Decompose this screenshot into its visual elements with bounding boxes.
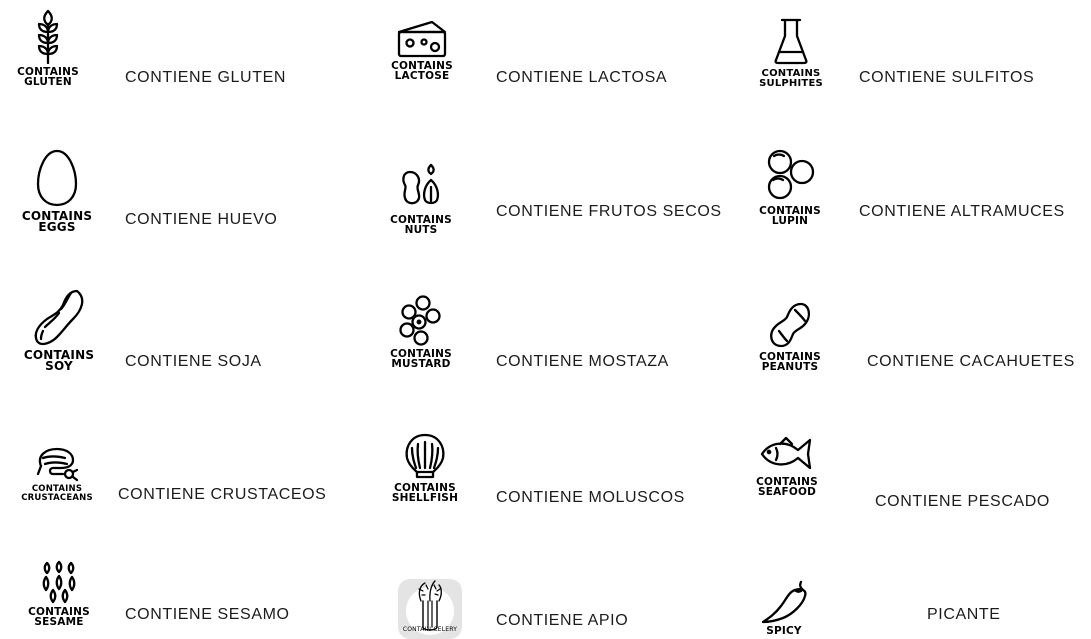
- allergen-label: CONTIENE ALTRAMUCES: [859, 203, 1065, 220]
- badge-text: CONTAIN CELERY: [402, 626, 458, 633]
- allergen-label: CONTIENE SESAMO: [125, 606, 290, 623]
- badge-text: SULPHITES: [759, 78, 823, 89]
- allergen-label: CONTIENE MOLUSCOS: [496, 489, 685, 506]
- allergen-label: PICANTE: [927, 606, 1001, 623]
- wheat-icon: CONTAINS GLUTEN: [8, 8, 88, 87]
- cheese-icon: CONTAINS LACTOSE: [380, 18, 464, 81]
- shell-icon: CONTAINS SHELLFISH: [380, 432, 470, 503]
- allergen-badge: CONTAINS SHELLFISH: [391, 483, 459, 504]
- allergen-badge: CONTAINS EGGS: [22, 210, 92, 234]
- badge-text: SHELLFISH: [391, 492, 459, 504]
- allergen-label: CONTIENE CRUSTACEOS: [118, 486, 327, 503]
- allergen-label: CONTIENE CACAHUETES: [867, 353, 1075, 370]
- allergen-badge: CONTAINS SOY: [24, 349, 94, 373]
- badge-text: EGGS: [38, 220, 76, 234]
- allergen-label: CONTIENE SOJA: [125, 353, 262, 370]
- allergen-label: CONTIENE HUEVO: [125, 211, 278, 228]
- badge-text: CRUSTACEANS: [21, 493, 93, 503]
- allergen-badge: CONTAINS MUSTARD: [390, 349, 452, 370]
- chili-icon: SPICY: [756, 578, 812, 636]
- fish-icon: CONTAINS SEAFOOD: [746, 434, 828, 497]
- nuts-icon: CONTAINS NUTS: [380, 162, 462, 235]
- allergen-label: CONTIENE FRUTOS SECOS: [496, 203, 722, 220]
- mustard-icon: CONTAINS MUSTARD: [380, 294, 462, 369]
- shrimp-icon: CONTAINS CRUSTACEANS: [10, 446, 104, 503]
- celery-icon: CONTAIN CELERY: [394, 577, 466, 639]
- badge-text: SEAFOOD: [757, 486, 816, 498]
- allergen-badge: CONTAINS GLUTEN: [17, 67, 79, 88]
- allergen-badge: CONTAINS SESAME: [28, 607, 90, 628]
- badge-text: LUPIN: [771, 215, 809, 227]
- badge-text: GLUTEN: [24, 76, 72, 88]
- allergen-badge: CONTAINS CRUSTACEANS: [21, 485, 93, 503]
- allergen-badge: CONTAIN CELERY: [403, 627, 457, 633]
- egg-icon: CONTAINS EGGS: [10, 148, 104, 233]
- lupin-icon: CONTAINS LUPIN: [746, 147, 834, 226]
- allergen-label: CONTIENE LACTOSA: [496, 69, 668, 86]
- badge-text: NUTS: [404, 224, 438, 236]
- allergen-badge: CONTAINS NUTS: [390, 215, 452, 236]
- soy-icon: CONTAINS SOY: [14, 287, 104, 372]
- badge-text: PEANUTS: [761, 361, 819, 373]
- sesame-icon: CONTAINS SESAME: [14, 560, 104, 627]
- flask-icon: CONTAINS SULPHITES: [746, 16, 836, 89]
- badge-text: SESAME: [34, 616, 84, 628]
- allergen-label: CONTIENE APIO: [496, 612, 629, 629]
- badge-text: MUSTARD: [391, 358, 451, 370]
- peanut-icon: CONTAINS PEANUTS: [746, 301, 834, 372]
- badge-text: SOY: [45, 359, 73, 373]
- allergen-label: CONTIENE MOSTAZA: [496, 353, 669, 370]
- allergen-badge: CONTAINS LACTOSE: [391, 61, 453, 82]
- badge-text: LACTOSE: [394, 70, 450, 82]
- allergen-badge: SPICY: [766, 625, 802, 637]
- allergen-label: CONTIENE PESCADO: [875, 493, 1050, 510]
- allergen-badge: CONTAINS SULPHITES: [759, 69, 823, 89]
- allergen-label: CONTIENE SULFITOS: [859, 69, 1035, 86]
- badge-text: SPICY: [766, 625, 802, 637]
- allergen-badge: CONTAINS SEAFOOD: [756, 477, 818, 498]
- allergen-label: CONTIENE GLUTEN: [125, 69, 287, 86]
- allergen-badge: CONTAINS LUPIN: [759, 206, 821, 227]
- allergen-badge: CONTAINS PEANUTS: [759, 352, 821, 373]
